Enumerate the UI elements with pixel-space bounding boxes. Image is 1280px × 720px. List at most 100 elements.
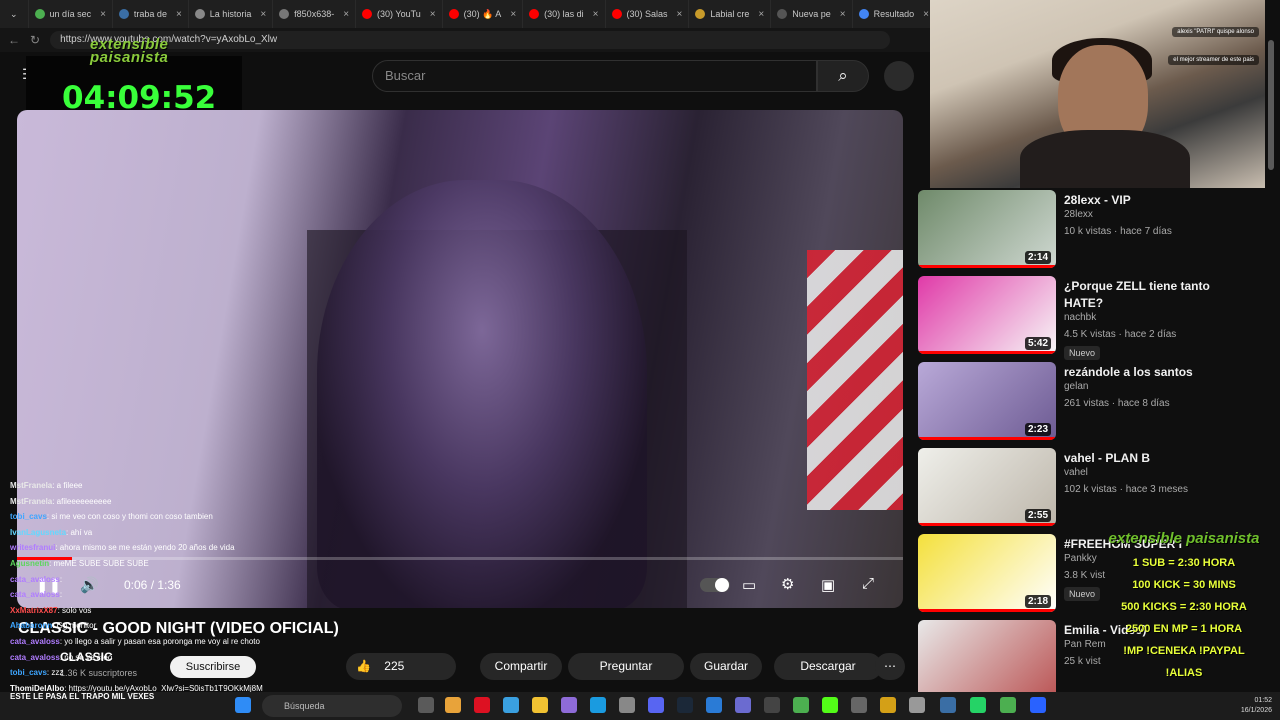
subtitles-icon[interactable]: ▭	[742, 576, 756, 594]
chat-text: : a fileee	[52, 481, 83, 490]
close-icon[interactable]: ×	[758, 9, 764, 20]
system-clock[interactable]: 01:52 16/1/2026	[1241, 696, 1272, 716]
tab-favicon-icon	[279, 9, 290, 19]
windows-start-icon[interactable]	[235, 697, 251, 713]
terminal-icon[interactable]	[764, 697, 780, 713]
discord-icon[interactable]	[648, 697, 664, 713]
video-duration: 5:42	[1024, 337, 1051, 350]
recommended-video[interactable]: 2:14 28lexx - VIP 28lexx 10 k vistas · hace…	[918, 190, 1268, 270]
pen-icon[interactable]	[561, 697, 577, 713]
settings-app-icon[interactable]	[619, 697, 635, 713]
recommended-channel[interactable]: gelan	[1064, 381, 1088, 392]
kick-icon[interactable]	[822, 697, 838, 713]
donation-alert: alexis "PATRI" quispe alonso	[1172, 27, 1259, 37]
browser-tab[interactable]: Nueva pe ×	[771, 0, 853, 28]
chrome-icon[interactable]	[793, 697, 809, 713]
recommended-channel[interactable]: Pan Rem	[1064, 639, 1106, 650]
reload-icon[interactable]: ↻	[30, 33, 40, 47]
close-icon[interactable]: ×	[923, 9, 929, 20]
app-icon[interactable]	[735, 697, 751, 713]
recommended-channel[interactable]: vahel	[1064, 467, 1088, 478]
sidebar-scrollbar[interactable]	[1268, 40, 1274, 170]
download-button[interactable]: Descargar	[774, 653, 882, 680]
recommended-channel[interactable]: nachbk	[1064, 312, 1096, 323]
tab-favicon-icon	[529, 9, 540, 19]
chat-message: tobi_cavs: zzz	[0, 665, 310, 681]
search-button[interactable]: ⌕	[817, 60, 869, 92]
video-thumbnail[interactable]: 2:14	[918, 190, 1056, 268]
back-icon[interactable]: ←	[8, 33, 20, 47]
recommended-title[interactable]: ¿Porque ZELL tiene tanto HATE?	[1064, 278, 1214, 312]
close-icon[interactable]: ×	[260, 9, 266, 20]
video-thumbnail[interactable]: 5:42	[918, 276, 1056, 354]
browser-tab[interactable]: un día sec ×	[29, 0, 113, 28]
browser-tab[interactable]: Resultado ×	[853, 0, 930, 28]
opera-icon[interactable]	[474, 697, 490, 713]
video-duration: 2:18	[1024, 595, 1051, 608]
video-frame-sign	[807, 250, 903, 510]
share-button[interactable]: Compartir	[480, 653, 562, 680]
autoplay-toggle[interactable]	[700, 578, 730, 592]
close-icon[interactable]: ×	[176, 9, 182, 20]
theater-icon[interactable]: ▣	[821, 576, 835, 594]
browser-tab[interactable]: Labial cre ×	[689, 0, 772, 28]
chat-username: XxMatrixX87	[10, 605, 58, 615]
browser-tab[interactable]: (30) Salas ×	[606, 0, 690, 28]
folder-icon[interactable]	[532, 697, 548, 713]
app-icon[interactable]	[1030, 697, 1046, 713]
search-icon: ⌕	[838, 66, 848, 85]
app-icon[interactable]	[851, 697, 867, 713]
close-icon[interactable]: ×	[343, 9, 349, 20]
store-icon[interactable]	[503, 697, 519, 713]
recommended-channel[interactable]: Pankky	[1064, 553, 1097, 564]
like-button[interactable]: 👍 225	[346, 653, 456, 680]
edge-icon[interactable]	[590, 697, 606, 713]
more-actions-button[interactable]: ⋯	[875, 653, 905, 680]
close-icon[interactable]: ×	[100, 9, 106, 20]
video-thumbnail[interactable]	[918, 620, 1056, 698]
recommended-video[interactable]: 2:55 vahel - PLAN Bvahel 102 k vistas · ha…	[918, 448, 1268, 528]
recommended-channel[interactable]: 28lexx	[1064, 209, 1093, 220]
close-icon[interactable]: ×	[593, 9, 599, 20]
close-icon[interactable]: ×	[677, 9, 683, 20]
recommended-title[interactable]: rezándole a los santos	[1064, 364, 1214, 381]
app-icon[interactable]	[940, 697, 956, 713]
video-thumbnail[interactable]: 2:55	[918, 448, 1056, 526]
browser-tab[interactable]: f850x638- ×	[273, 0, 357, 28]
chat-text: :	[59, 590, 63, 600]
task-view-icon[interactable]	[418, 697, 434, 713]
app-icon[interactable]	[880, 697, 896, 713]
ask-button[interactable]: Preguntar	[568, 653, 684, 680]
app-icon[interactable]	[445, 697, 461, 713]
settings-icon[interactable]: ⚙	[781, 575, 794, 593]
chat-username: writesfranui	[10, 543, 56, 553]
search-input[interactable]: Buscar	[372, 60, 817, 92]
tab-menu-button[interactable]: ⌄	[0, 0, 29, 28]
recommended-video[interactable]: 5:42 ¿Porque ZELL tiene tanto HATE? nachbk…	[918, 276, 1268, 360]
chat-text: : si me veo con coso y thomi con coso ta…	[46, 512, 213, 522]
app-icon[interactable]	[1000, 697, 1016, 713]
recommended-title[interactable]: 28lexx - VIP	[1064, 192, 1214, 209]
save-button[interactable]: Guardar	[690, 653, 762, 680]
close-icon[interactable]: ×	[510, 9, 516, 20]
browser-tab[interactable]: (30) 🔥 A ×	[443, 0, 524, 28]
donation-alert: el mejor streamer de este pais	[1168, 55, 1259, 65]
video-thumbnail[interactable]: 2:18	[918, 534, 1056, 612]
close-icon[interactable]: ×	[430, 9, 436, 20]
close-icon[interactable]: ×	[840, 9, 846, 20]
recommended-title[interactable]: vahel - PLAN B	[1064, 450, 1214, 467]
account-avatar[interactable]	[884, 61, 914, 91]
browser-tab[interactable]: traba de ×	[113, 0, 189, 28]
browser-tab[interactable]: (30) YouTu ×	[356, 0, 443, 28]
app-icon[interactable]	[706, 697, 722, 713]
browser-tab[interactable]: La historia ×	[189, 0, 274, 28]
recommended-video[interactable]: 2:23 rezándole a los santos gelan 261 vista…	[918, 362, 1268, 442]
calculator-icon[interactable]	[909, 697, 925, 713]
whatsapp-icon[interactable]	[970, 697, 986, 713]
steam-icon[interactable]	[677, 697, 693, 713]
video-thumbnail[interactable]: 2:23	[918, 362, 1056, 440]
taskbar-search[interactable]: Búsqueda	[262, 695, 402, 717]
recommended-meta: 10 k vistas · hace 7 días	[1064, 226, 1172, 237]
fullscreen-icon[interactable]: ⤢	[862, 575, 874, 592]
browser-tab[interactable]: (30) las di ×	[523, 0, 606, 28]
